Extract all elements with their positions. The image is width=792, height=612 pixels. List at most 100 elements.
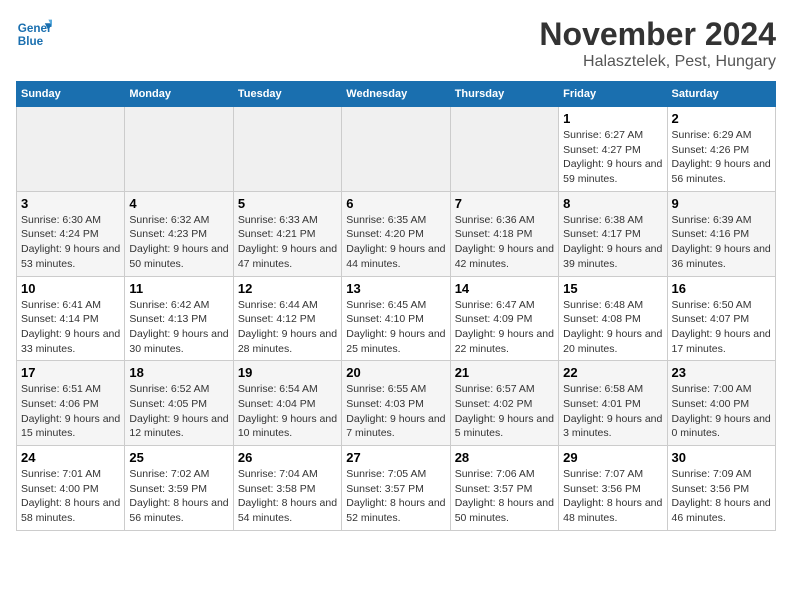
calendar-cell: 10 Sunrise: 6:41 AMSunset: 4:14 PMDayligh… [17,276,125,361]
logo: General Blue [16,16,52,52]
calendar-cell: 2 Sunrise: 6:29 AMSunset: 4:26 PMDaylight… [667,107,775,192]
week-row-0: 1 Sunrise: 6:27 AMSunset: 4:27 PMDaylight… [17,107,776,192]
day-info: Sunrise: 7:07 AMSunset: 3:56 PMDaylight:… [563,467,662,526]
day-info: Sunrise: 6:52 AMSunset: 4:05 PMDaylight:… [129,382,228,441]
day-info: Sunrise: 6:54 AMSunset: 4:04 PMDaylight:… [238,382,337,441]
day-number: 11 [129,281,228,296]
calendar-cell: 15Sunrise: 6:48 AMSunset: 4:08 PMDayligh… [559,276,667,361]
calendar-cell: 19 Sunrise: 6:54 AMSunset: 4:04 PMDayligh… [233,361,341,446]
calendar-cell: 7 Sunrise: 6:36 AMSunset: 4:18 PMDaylight… [450,191,558,276]
calendar-cell [450,107,558,192]
calendar-cell: 16 Sunrise: 6:50 AMSunset: 4:07 PMDayligh… [667,276,775,361]
day-number: 4 [129,196,228,211]
day-info: Sunrise: 6:44 AMSunset: 4:12 PMDaylight:… [238,298,337,357]
calendar-cell: 30Sunrise: 7:09 AMSunset: 3:56 PMDayligh… [667,446,775,531]
calendar-cell: 1 Sunrise: 6:27 AMSunset: 4:27 PMDaylight… [559,107,667,192]
day-number: 21 [455,365,554,380]
day-info: Sunrise: 7:06 AMSunset: 3:57 PMDaylight:… [455,467,554,526]
header-thursday: Thursday [450,82,558,107]
calendar-subtitle: Halasztelek, Pest, Hungary [539,53,776,71]
day-info: Sunrise: 7:02 AMSunset: 3:59 PMDaylight:… [129,467,228,526]
day-number: 14 [455,281,554,296]
day-number: 7 [455,196,554,211]
day-number: 19 [238,365,337,380]
day-info: Sunrise: 7:00 AMSunset: 4:00 PMDaylight:… [672,382,771,441]
day-number: 6 [346,196,445,211]
day-number: 26 [238,450,337,465]
calendar-cell: 12 Sunrise: 6:44 AMSunset: 4:12 PMDayligh… [233,276,341,361]
svg-text:Blue: Blue [18,35,44,48]
day-info: Sunrise: 7:04 AMSunset: 3:58 PMDaylight:… [238,467,337,526]
calendar-cell: 4 Sunrise: 6:32 AMSunset: 4:23 PMDaylight… [125,191,233,276]
day-number: 5 [238,196,337,211]
calendar-cell [233,107,341,192]
calendar-cell: 20Sunrise: 6:55 AMSunset: 4:03 PMDayligh… [342,361,450,446]
week-row-1: 3 Sunrise: 6:30 AMSunset: 4:24 PMDaylight… [17,191,776,276]
day-number: 8 [563,196,662,211]
day-number: 30 [672,450,771,465]
day-number: 18 [129,365,228,380]
header-friday: Friday [559,82,667,107]
day-info: Sunrise: 6:51 AMSunset: 4:06 PMDaylight:… [21,382,120,441]
day-number: 12 [238,281,337,296]
day-number: 15 [563,281,662,296]
day-info: Sunrise: 6:30 AMSunset: 4:24 PMDaylight:… [21,213,120,272]
day-info: Sunrise: 6:32 AMSunset: 4:23 PMDaylight:… [129,213,228,272]
day-number: 2 [672,111,771,126]
calendar-cell: 13Sunrise: 6:45 AMSunset: 4:10 PMDayligh… [342,276,450,361]
day-info: Sunrise: 6:58 AMSunset: 4:01 PMDaylight:… [563,382,662,441]
header-wednesday: Wednesday [342,82,450,107]
calendar-cell [342,107,450,192]
day-info: Sunrise: 6:33 AMSunset: 4:21 PMDaylight:… [238,213,337,272]
calendar-cell: 9 Sunrise: 6:39 AMSunset: 4:16 PMDaylight… [667,191,775,276]
day-number: 24 [21,450,120,465]
day-number: 1 [563,111,662,126]
day-info: Sunrise: 6:47 AMSunset: 4:09 PMDaylight:… [455,298,554,357]
calendar-cell: 25 Sunrise: 7:02 AMSunset: 3:59 PMDayligh… [125,446,233,531]
calendar-cell: 8 Sunrise: 6:38 AMSunset: 4:17 PMDaylight… [559,191,667,276]
day-info: Sunrise: 6:38 AMSunset: 4:17 PMDaylight:… [563,213,662,272]
day-info: Sunrise: 6:41 AMSunset: 4:14 PMDaylight:… [21,298,120,357]
day-info: Sunrise: 6:39 AMSunset: 4:16 PMDaylight:… [672,213,771,272]
day-number: 28 [455,450,554,465]
calendar-cell: 3 Sunrise: 6:30 AMSunset: 4:24 PMDaylight… [17,191,125,276]
day-info: Sunrise: 6:45 AMSunset: 4:10 PMDaylight:… [346,298,445,357]
day-number: 29 [563,450,662,465]
calendar-cell [125,107,233,192]
day-number: 25 [129,450,228,465]
logo-icon: General Blue [16,16,52,52]
day-number: 17 [21,365,120,380]
calendar-table: SundayMondayTuesdayWednesdayThursdayFrid… [16,81,776,531]
day-info: Sunrise: 6:42 AMSunset: 4:13 PMDaylight:… [129,298,228,357]
day-info: Sunrise: 6:29 AMSunset: 4:26 PMDaylight:… [672,128,771,187]
week-row-2: 10 Sunrise: 6:41 AMSunset: 4:14 PMDayligh… [17,276,776,361]
header-monday: Monday [125,82,233,107]
day-number: 27 [346,450,445,465]
calendar-cell: 21Sunrise: 6:57 AMSunset: 4:02 PMDayligh… [450,361,558,446]
day-number: 10 [21,281,120,296]
calendar-cell: 29 Sunrise: 7:07 AMSunset: 3:56 PMDayligh… [559,446,667,531]
calendar-cell: 5 Sunrise: 6:33 AMSunset: 4:21 PMDaylight… [233,191,341,276]
header-sunday: Sunday [17,82,125,107]
day-number: 3 [21,196,120,211]
day-info: Sunrise: 6:27 AMSunset: 4:27 PMDaylight:… [563,128,662,187]
calendar-cell: 24 Sunrise: 7:01 AMSunset: 4:00 PMDayligh… [17,446,125,531]
page-header: General Blue November 2024 Halasztelek, … [16,16,776,71]
day-info: Sunrise: 7:01 AMSunset: 4:00 PMDaylight:… [21,467,120,526]
day-info: Sunrise: 6:50 AMSunset: 4:07 PMDaylight:… [672,298,771,357]
day-number: 16 [672,281,771,296]
calendar-cell: 14 Sunrise: 6:47 AMSunset: 4:09 PMDayligh… [450,276,558,361]
day-number: 20 [346,365,445,380]
day-info: Sunrise: 6:36 AMSunset: 4:18 PMDaylight:… [455,213,554,272]
calendar-cell: 17 Sunrise: 6:51 AMSunset: 4:06 PMDayligh… [17,361,125,446]
title-block: November 2024 Halasztelek, Pest, Hungary [539,16,776,71]
day-info: Sunrise: 6:35 AMSunset: 4:20 PMDaylight:… [346,213,445,272]
header-tuesday: Tuesday [233,82,341,107]
week-row-3: 17 Sunrise: 6:51 AMSunset: 4:06 PMDayligh… [17,361,776,446]
day-info: Sunrise: 7:05 AMSunset: 3:57 PMDaylight:… [346,467,445,526]
calendar-cell [17,107,125,192]
day-number: 9 [672,196,771,211]
day-number: 23 [672,365,771,380]
calendar-cell: 23 Sunrise: 7:00 AMSunset: 4:00 PMDayligh… [667,361,775,446]
calendar-cell: 6 Sunrise: 6:35 AMSunset: 4:20 PMDaylight… [342,191,450,276]
